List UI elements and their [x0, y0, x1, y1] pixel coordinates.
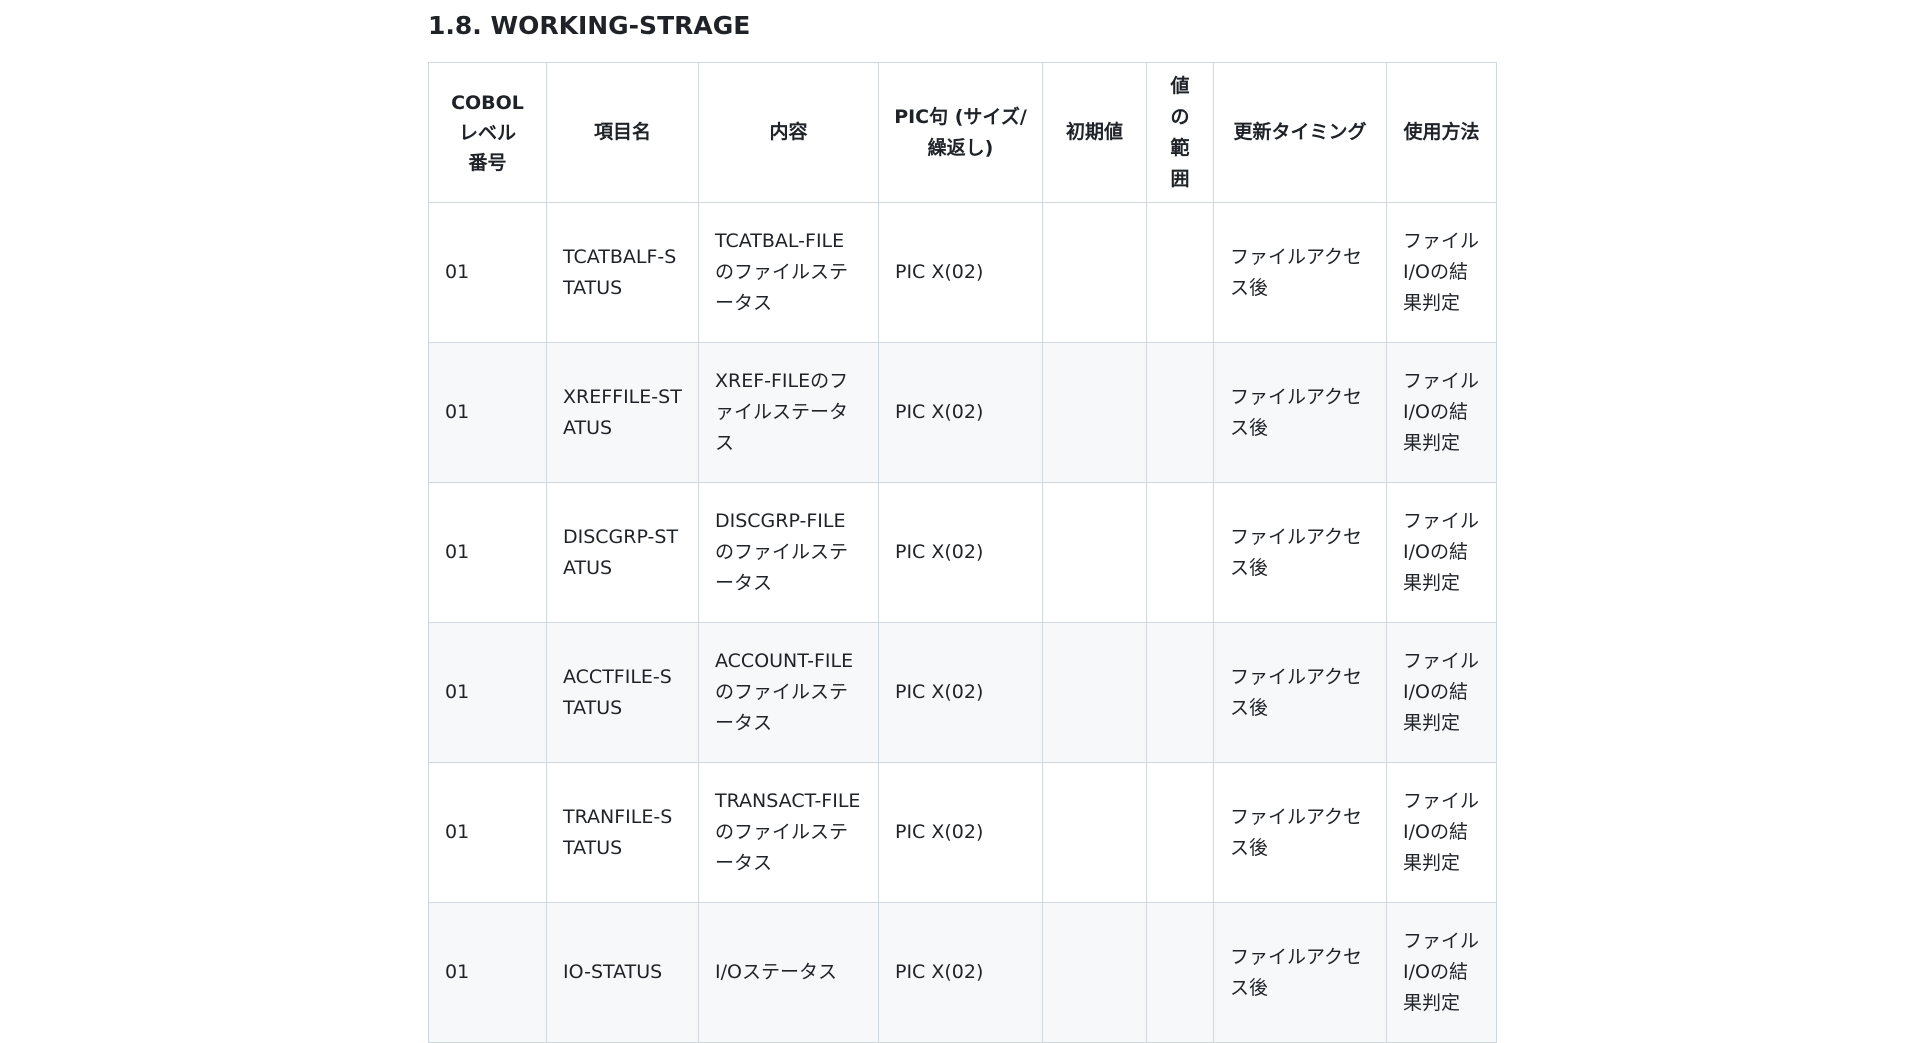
cell-usage: ファイルI/Oの結果判定: [1386, 762, 1497, 903]
cell-content: TCATBAL-FILEのファイルステータス: [698, 202, 879, 343]
cell-content: TRANSACT-FILEのファイルステータス: [698, 762, 879, 903]
cell-initial-value: [1042, 202, 1147, 343]
cell-usage: ファイルI/Oの結果判定: [1386, 482, 1497, 623]
header-usage: 使用方法: [1386, 62, 1497, 203]
cell-update-timing: ファイルアクセス後: [1213, 342, 1387, 483]
cell-update-timing: ファイルアクセス後: [1213, 202, 1387, 343]
cell-pic-clause: PIC X(02): [878, 342, 1043, 483]
cell-level: 01: [428, 482, 547, 623]
cell-usage: ファイルI/Oの結果判定: [1386, 902, 1497, 1043]
cell-update-timing: ファイルアクセス後: [1213, 902, 1387, 1043]
cell-item-name: IO-STATUS: [546, 902, 699, 1043]
section-heading: 1.8. WORKING-STRAGE: [428, 11, 751, 40]
cell-value-range: [1146, 482, 1214, 623]
cell-level: 01: [428, 762, 547, 903]
cell-usage: ファイルI/Oの結果判定: [1386, 622, 1497, 763]
cell-pic-clause: PIC X(02): [878, 622, 1043, 763]
cell-initial-value: [1042, 342, 1147, 483]
cell-initial-value: [1042, 482, 1147, 623]
cell-level: 01: [428, 902, 547, 1043]
document-content: 1.8. WORKING-STRAGE COBOL レベル 番号 項目名 内容 …: [428, 0, 1497, 1043]
cell-pic-clause: PIC X(02): [878, 902, 1043, 1043]
header-initial-value: 初期値: [1042, 62, 1147, 203]
header-update-timing: 更新タイミング: [1213, 62, 1387, 203]
cell-content: I/Oステータス: [698, 902, 879, 1043]
cell-value-range: [1146, 342, 1214, 483]
cell-usage: ファイルI/Oの結果判定: [1386, 342, 1497, 483]
cell-value-range: [1146, 202, 1214, 343]
header-content: 内容: [698, 62, 879, 203]
cell-content: ACCOUNT-FILEのファイルステータス: [698, 622, 879, 763]
working-storage-table: COBOL レベル 番号 項目名 内容 PIC句 (サイズ/繰返し) 初期値 値…: [428, 62, 1497, 1043]
table-row: 01 TRANFILE-STATUS TRANSACT-FILEのファイルステータス…: [428, 762, 1497, 903]
cell-initial-value: [1042, 902, 1147, 1043]
header-item-name: 項目名: [546, 62, 699, 203]
table-row: 01 TCATBALF-STATUS TCATBAL-FILEのファイルステータス P…: [428, 202, 1497, 343]
table-row: 01 XREFFILE-STATUS XREF-FILEのファイルステータス PIC …: [428, 342, 1497, 483]
cell-level: 01: [428, 622, 547, 763]
header-cobol-level: COBOL レベル 番号: [428, 62, 547, 203]
cell-pic-clause: PIC X(02): [878, 482, 1043, 623]
cell-item-name: DISCGRP-STATUS: [546, 482, 699, 623]
header-pic-clause: PIC句 (サイズ/繰返し): [878, 62, 1043, 203]
table-body: 01 TCATBALF-STATUS TCATBAL-FILEのファイルステータス P…: [428, 202, 1497, 1043]
cell-initial-value: [1042, 622, 1147, 763]
cell-item-name: ACCTFILE-STATUS: [546, 622, 699, 763]
cell-update-timing: ファイルアクセス後: [1213, 762, 1387, 903]
cell-content: XREF-FILEのファイルステータス: [698, 342, 879, 483]
cell-usage: ファイルI/Oの結果判定: [1386, 202, 1497, 343]
cell-item-name: TCATBALF-STATUS: [546, 202, 699, 343]
table-row: 01 ACCTFILE-STATUS ACCOUNT-FILEのファイルステータス P…: [428, 622, 1497, 763]
cell-item-name: XREFFILE-STATUS: [546, 342, 699, 483]
cell-level: 01: [428, 342, 547, 483]
cell-pic-clause: PIC X(02): [878, 202, 1043, 343]
cell-update-timing: ファイルアクセス後: [1213, 622, 1387, 763]
cell-value-range: [1146, 622, 1214, 763]
cell-value-range: [1146, 902, 1214, 1043]
cell-item-name: TRANFILE-STATUS: [546, 762, 699, 903]
cell-initial-value: [1042, 762, 1147, 903]
cell-content: DISCGRP-FILEのファイルステータス: [698, 482, 879, 623]
table-row: 01 IO-STATUS I/Oステータス PIC X(02) ファイルアクセス後 ファイ…: [428, 902, 1497, 1043]
cell-update-timing: ファイルアクセス後: [1213, 482, 1387, 623]
table-header-row: COBOL レベル 番号 項目名 内容 PIC句 (サイズ/繰返し) 初期値 値…: [428, 62, 1497, 203]
header-value-range: 値 の 範 囲: [1146, 62, 1214, 203]
cell-value-range: [1146, 762, 1214, 903]
cell-pic-clause: PIC X(02): [878, 762, 1043, 903]
cell-level: 01: [428, 202, 547, 343]
table-row: 01 DISCGRP-STATUS DISCGRP-FILEのファイルステータス PI…: [428, 482, 1497, 623]
